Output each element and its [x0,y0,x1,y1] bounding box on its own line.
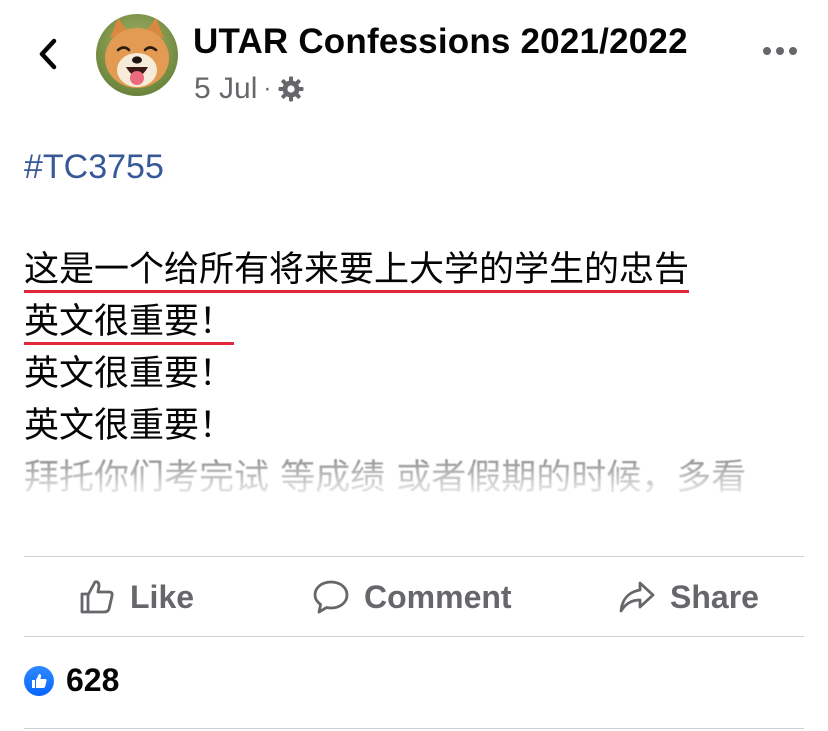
reaction-summary[interactable]: 628 [24,662,119,699]
page-avatar[interactable] [96,14,178,96]
post-action-bar: Like Comment Share [24,557,804,637]
thumbs-up-outline-icon [80,580,114,614]
divider-bottom [24,636,804,637]
post-line-text: 英文很重要！ [24,354,235,394]
comment-bubble-icon [313,580,349,614]
hashtag-link[interactable]: #TC3755 [24,148,164,187]
post-date[interactable]: 5 Jul [194,72,257,106]
like-label: Like [130,578,195,615]
page-name[interactable]: UTAR Confessions 2021/2022 [193,22,688,62]
comment-button[interactable]: Comment [312,578,512,616]
shiba-dog-avatar-icon [96,14,178,96]
chevron-left-icon [39,38,57,70]
thumbs-up-icon [24,665,54,696]
share-label: Share [670,578,759,615]
meta-separator: · [263,75,272,102]
post-meta: 5 Jul · [194,72,305,106]
share-button[interactable]: Share [618,578,759,616]
post-body: 这是一个给所有将来要上大学的学生的忠告 英文很重要！ 英文很重要！ 英文很重要！… [24,244,746,504]
post-line: 英文很重要！ [24,400,746,452]
more-options-button[interactable] [760,36,800,66]
divider-footer [24,728,804,729]
post-line-text: 这是一个给所有将来要上大学的学生的忠告 [24,250,690,293]
comment-label: Comment [364,578,512,615]
like-count: 628 [66,662,120,698]
share-arrow-icon [619,581,655,613]
back-button[interactable] [30,34,66,74]
post-line: 英文很重要！ [24,296,746,348]
post-line-text: 英文很重要！ [24,406,235,446]
like-button[interactable]: Like [78,578,194,616]
post-line: 这是一个给所有将来要上大学的学生的忠告 [24,244,746,296]
post-line-text: 拜托你们考完试 等成绩 或者假期的时候，多看 [24,458,747,498]
post-line-text: 英文很重要！ [24,302,235,345]
more-dots-icon [763,47,797,55]
gear-icon [277,75,305,103]
post-line-faded: 拜托你们考完试 等成绩 或者假期的时候，多看 [24,452,746,504]
post-line: 英文很重要！ [24,348,746,400]
